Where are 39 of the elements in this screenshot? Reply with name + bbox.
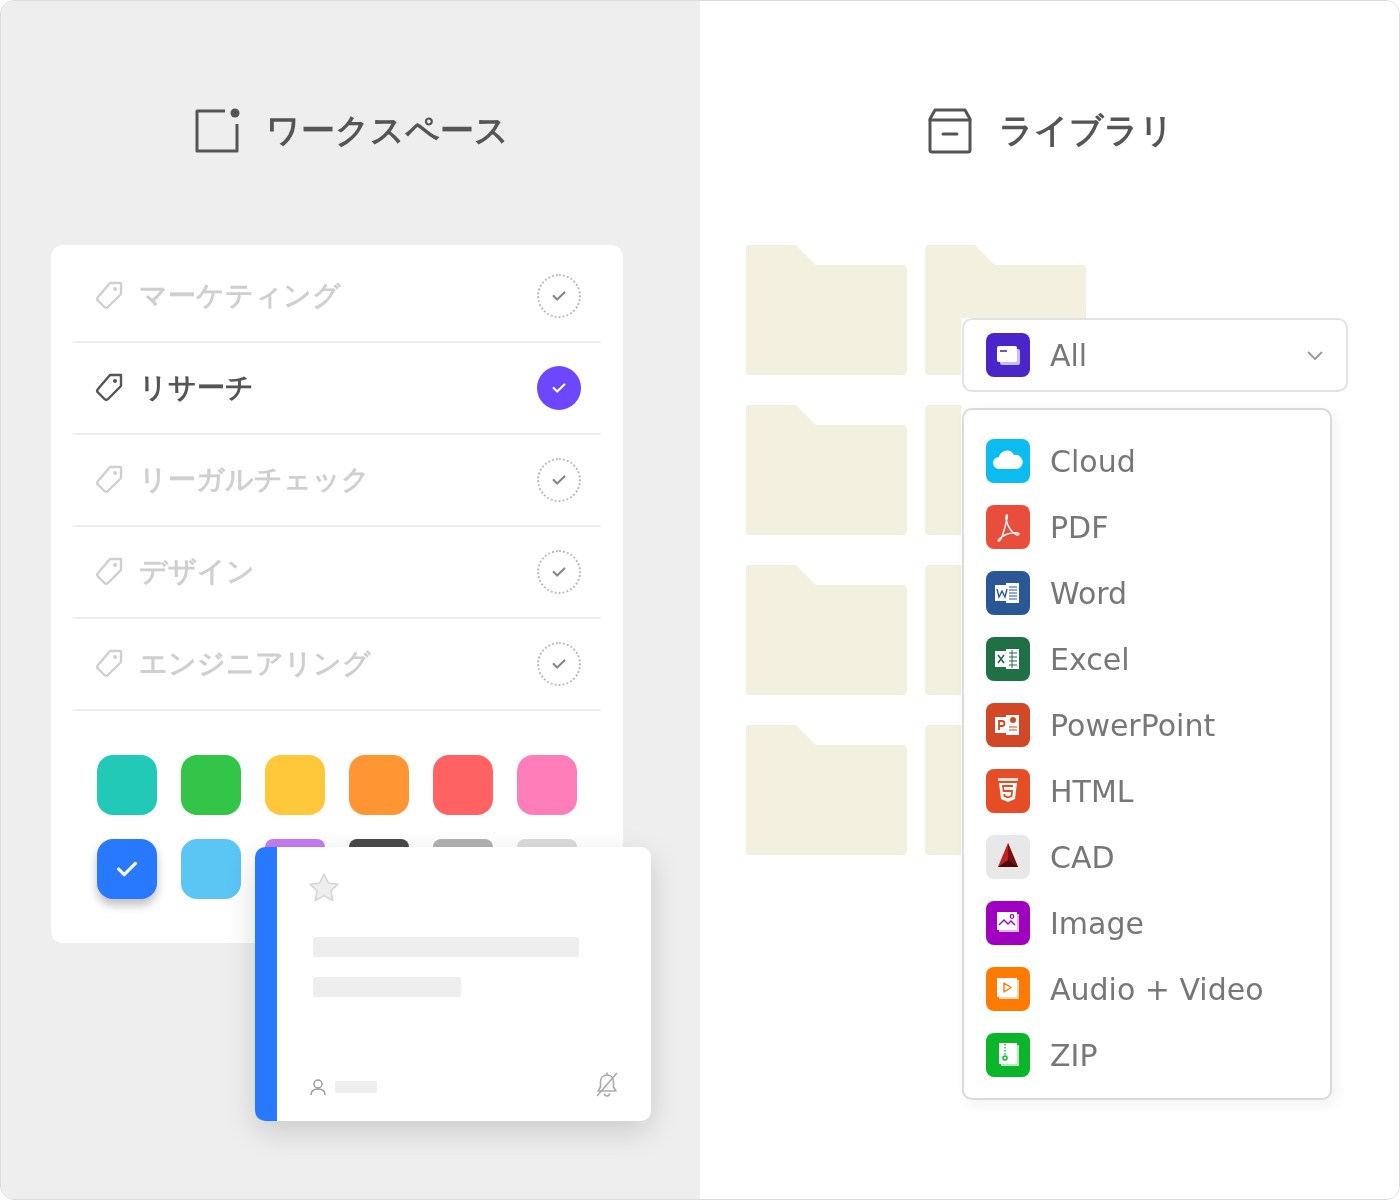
color-swatch[interactable] bbox=[97, 755, 157, 815]
tag-label[interactable]: リサーチ bbox=[139, 369, 537, 407]
menu-item[interactable]: CAD bbox=[1050, 839, 1115, 875]
color-swatch[interactable] bbox=[349, 755, 409, 815]
tag-icon bbox=[93, 372, 125, 404]
color-swatch[interactable] bbox=[97, 839, 157, 899]
color-swatch[interactable] bbox=[181, 839, 241, 899]
check-toggle[interactable] bbox=[537, 274, 581, 318]
check-toggle[interactable] bbox=[537, 366, 581, 410]
color-swatch[interactable] bbox=[265, 755, 325, 815]
menu-item[interactable]: PowerPoint bbox=[1050, 707, 1216, 743]
tag-icon bbox=[93, 648, 125, 680]
menu-item[interactable]: Cloud bbox=[1050, 443, 1136, 479]
menu-item[interactable]: Audio + Video bbox=[1050, 971, 1264, 1007]
color-swatch[interactable] bbox=[433, 755, 493, 815]
color-swatch[interactable] bbox=[517, 839, 577, 847]
filter-dropdown[interactable]: All bbox=[962, 318, 1348, 392]
menu-item[interactable]: Image bbox=[1050, 905, 1144, 941]
menu-item[interactable]: Excel bbox=[1050, 641, 1130, 677]
tag-icon bbox=[93, 464, 125, 496]
user-icon bbox=[309, 1078, 327, 1096]
tag-icon bbox=[93, 280, 125, 312]
color-swatch[interactable] bbox=[181, 755, 241, 815]
bell-icon[interactable] bbox=[595, 1071, 619, 1099]
section-title: ワークスペース bbox=[266, 109, 509, 152]
caret-icon bbox=[1306, 349, 1324, 361]
check-toggle[interactable] bbox=[537, 550, 581, 594]
menu-item[interactable]: Word bbox=[1050, 575, 1128, 611]
menu-item[interactable]: HTML bbox=[1050, 773, 1134, 809]
check-toggle[interactable] bbox=[537, 458, 581, 502]
color-swatch[interactable] bbox=[349, 839, 409, 847]
color-swatch[interactable] bbox=[265, 839, 325, 847]
tag-icon bbox=[93, 556, 125, 588]
menu-item[interactable]: PDF bbox=[1050, 509, 1109, 545]
menu-item[interactable]: ZIP bbox=[1050, 1037, 1098, 1073]
color-swatch[interactable] bbox=[517, 755, 577, 815]
section-title: ライブラリ bbox=[999, 109, 1174, 152]
check-toggle[interactable] bbox=[537, 642, 581, 686]
color-swatch[interactable] bbox=[433, 839, 493, 847]
